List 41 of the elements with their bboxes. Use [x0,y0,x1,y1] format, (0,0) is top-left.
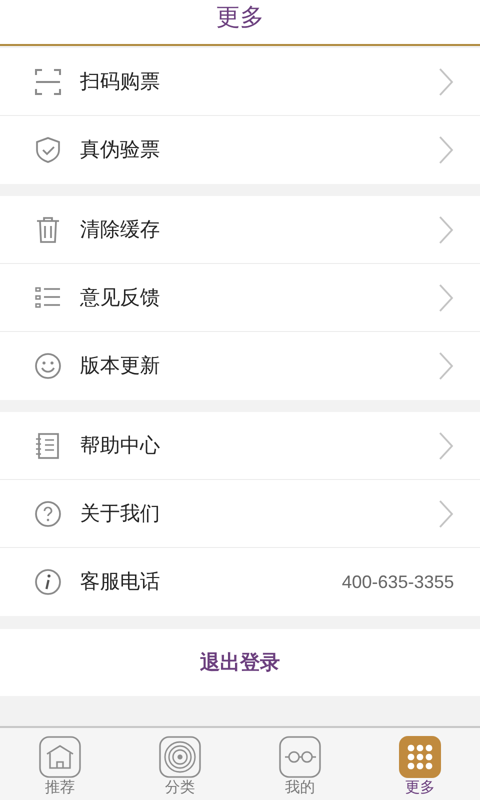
trash-icon [34,216,62,244]
item-label: 清除缓存 [80,218,160,242]
chevron-icon [438,351,454,381]
shield-icon [34,136,62,164]
item-label: 真伪验票 [80,138,160,163]
phone-number: 400-635-3355 [342,570,454,594]
house-icon [39,736,81,778]
help-icon [34,500,62,528]
chevron-icon [438,135,454,165]
info-icon [34,568,62,596]
smiley-icon [34,352,62,380]
chevron-icon [438,282,454,312]
item-label: 扫码购票 [80,70,160,94]
item-label: 意见反馈 [80,286,160,310]
tab[interactable]: 我的 [240,728,360,800]
logout-button[interactable]: 退出登录 [0,629,480,696]
menu-item[interactable]: 关于我们 [0,480,480,548]
chevron-icon [438,430,454,460]
menu-item[interactable]: 客服电话 400-635-3355 [0,548,480,616]
chevron-icon [438,498,454,528]
item-label: 客服电话 [80,570,160,595]
tab[interactable]: 推荐 [0,728,120,800]
scan-icon [34,68,62,96]
grid-icon [399,736,441,778]
menu-item[interactable]: 版本更新 [0,332,480,400]
chevron-icon [438,214,454,244]
item-label: 关于我们 [80,502,160,526]
item-label: 版本更新 [80,354,160,379]
tab[interactable]: 更多 [360,728,480,800]
menu-item[interactable]: 帮助中心 [0,412,480,480]
tab[interactable]: 分类 [120,728,240,800]
page-title: 更多 [216,3,264,33]
glasses-icon [279,736,321,778]
notebook-icon [34,432,62,460]
menu-item[interactable]: 意见反馈 [0,264,480,332]
menu-item[interactable]: 真伪验票 [0,116,480,184]
menu-item[interactable]: 扫码购票 [0,48,480,116]
menu-item[interactable]: 清除缓存 [0,196,480,264]
item-label: 帮助中心 [80,434,160,458]
chevron-icon [438,66,454,96]
target-icon [159,736,201,778]
